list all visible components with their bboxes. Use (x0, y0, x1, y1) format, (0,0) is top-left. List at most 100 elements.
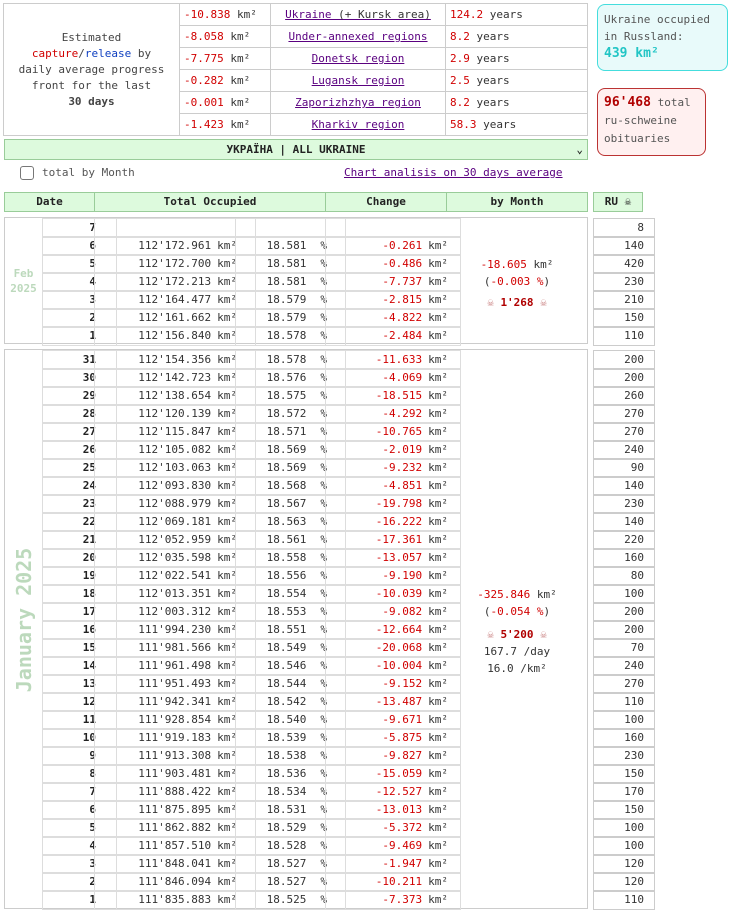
change-cell: -4.851 km² (325, 476, 461, 496)
total-cell: 112'093.830 km² (94, 476, 256, 496)
total-cell: 111'919.183 km² (94, 728, 256, 748)
total-cell: 111'888.422 km² (94, 782, 256, 802)
change-cell: -10.765 km² (325, 422, 461, 442)
change-cell: -2.815 km² (325, 290, 461, 310)
summary-region-link[interactable]: Donetsk region (270, 47, 446, 70)
ru-cell: 270 (593, 404, 655, 424)
change-cell: -9.082 km² (325, 602, 461, 622)
total-cell: 112'088.979 km² (94, 494, 256, 514)
ru-cell: 120 (593, 872, 655, 892)
summary-delta: -1.423 km² (179, 113, 271, 136)
header-by-month[interactable]: by Month (446, 192, 588, 212)
jan-month-summary: -325.846 km² (-0.054 %) ☠ 5'200 ☠ 167.7 … (447, 586, 587, 677)
change-cell: -9.671 km² (325, 710, 461, 730)
change-cell: -7.737 km² (325, 272, 461, 292)
total-cell: 111'994.230 km² (94, 620, 256, 640)
total-cell: 111'942.341 km² (94, 692, 256, 712)
ru-cell: 240 (593, 440, 655, 460)
summary-years: 8.2 years (445, 91, 588, 114)
ru-cell: 150 (593, 764, 655, 784)
ru-cell: 120 (593, 854, 655, 874)
change-cell: -0.261 km² (325, 236, 461, 256)
change-cell: -1.947 km² (325, 854, 461, 874)
header-total-occupied[interactable]: Total Occupied (94, 192, 326, 212)
total-cell: 112'052.959 km² (94, 530, 256, 550)
header-ru[interactable]: RU ☠ (593, 192, 643, 212)
occupied-russland-box: Ukraine occupied in Russland: 439 km² (597, 4, 728, 71)
region-select[interactable]: УКРАЇНА | ALL UKRAINE ⌄ (4, 139, 588, 160)
total-by-month-checkbox[interactable] (20, 166, 34, 180)
obituaries-line2: ru-schweine (604, 114, 677, 127)
change-cell: -11.633 km² (325, 350, 461, 370)
total-cell: 111'903.481 km² (94, 764, 256, 784)
summary-delta: -7.775 km² (179, 47, 271, 70)
total-cell: 112'022.541 km² (94, 566, 256, 586)
change-cell: -13.487 km² (325, 692, 461, 712)
ru-cell: 260 (593, 386, 655, 406)
chevron-down-icon: ⌄ (576, 143, 583, 156)
total-cell: 112'003.312 km² (94, 602, 256, 622)
change-cell: -15.059 km² (325, 764, 461, 784)
total-cell: 112'115.847 km² (94, 422, 256, 442)
total-by-month-label: total by Month (42, 166, 135, 179)
ru-cell: 140 (593, 512, 655, 532)
total-cell: 111'835.883 km² (94, 890, 256, 910)
skull-icon: ☠ (540, 628, 547, 641)
change-cell: -12.664 km² (325, 620, 461, 640)
total-cell: 112'120.139 km² (94, 404, 256, 424)
summary-region-link[interactable]: Kharkiv region (270, 113, 446, 136)
feb-month-summary: -18.605 km² (-0.003 %) ☠ 1'268 ☠ (480, 258, 554, 309)
ru-cell: 230 (593, 746, 655, 766)
ru-cell: 100 (593, 818, 655, 838)
total-cell: 111'875.895 km² (94, 800, 256, 820)
ru-cell: 160 (593, 728, 655, 748)
change-cell: -10.004 km² (325, 656, 461, 676)
total-cell: 112'103.063 km² (94, 458, 256, 478)
ru-cell: 110 (593, 890, 655, 910)
summary-region-link[interactable]: Ukraine (+ Kursk area) (270, 3, 446, 26)
total-cell: 112'035.598 km² (94, 548, 256, 568)
ru-cell: 110 (593, 326, 655, 346)
summary-years: 8.2 years (445, 25, 588, 48)
obituaries-line3: obituaries (604, 132, 671, 145)
summary-years: 2.5 years (445, 69, 588, 92)
skull-icon: ☠ (540, 296, 547, 309)
summary-region-link[interactable]: Lugansk region (270, 69, 446, 92)
jan-per-day: 167.7 /day (483, 645, 551, 658)
obituaries-box: 96'468 total ru-schweine obituaries (597, 88, 706, 156)
change-cell: -10.211 km² (325, 872, 461, 892)
header-change[interactable]: Change (325, 192, 447, 212)
change-cell: -7.373 km² (325, 890, 461, 910)
summary-delta: -0.282 km² (179, 69, 271, 92)
ru-cell: 200 (593, 350, 655, 370)
feb-month-label: Feb 2025 (10, 267, 37, 295)
total-cell: 112'172.213 km² (94, 272, 256, 292)
ru-cell: 200 (593, 368, 655, 388)
change-cell: -13.013 km² (325, 800, 461, 820)
change-cell: -4.822 km² (325, 308, 461, 328)
change-cell: -5.875 km² (325, 728, 461, 748)
total-cell: 111'913.308 km² (94, 746, 256, 766)
ru-cell: 200 (593, 620, 655, 640)
total-cell: 112'172.700 km² (94, 254, 256, 274)
ru-cell: 210 (593, 290, 655, 310)
summary-region-link[interactable]: Zaporizhzhya region (270, 91, 446, 114)
total-cell: 111'928.854 km² (94, 710, 256, 730)
summary-delta: -8.058 km² (179, 25, 271, 48)
summary-region-link[interactable]: Under-annexed regions (270, 25, 446, 48)
total-cell: 111'951.493 km² (94, 674, 256, 694)
ru-cell: 110 (593, 692, 655, 712)
change-cell: -9.232 km² (325, 458, 461, 478)
change-cell: -2.019 km² (325, 440, 461, 460)
change-cell: -2.484 km² (325, 326, 461, 346)
change-cell: -16.222 km² (325, 512, 461, 532)
total-cell: 111'981.566 km² (94, 638, 256, 658)
summary-years: 2.9 years (445, 47, 588, 70)
total-cell: 112'069.181 km² (94, 512, 256, 532)
ru-cell: 100 (593, 836, 655, 856)
total-cell: 112'154.356 km² (94, 350, 256, 370)
skull-icon: ☠ (487, 296, 494, 309)
header-date[interactable]: Date (4, 192, 95, 212)
chart-analysis-link[interactable]: Chart analisis on 30 days average (344, 166, 563, 179)
summary-delta: -10.838 km² (179, 3, 271, 26)
